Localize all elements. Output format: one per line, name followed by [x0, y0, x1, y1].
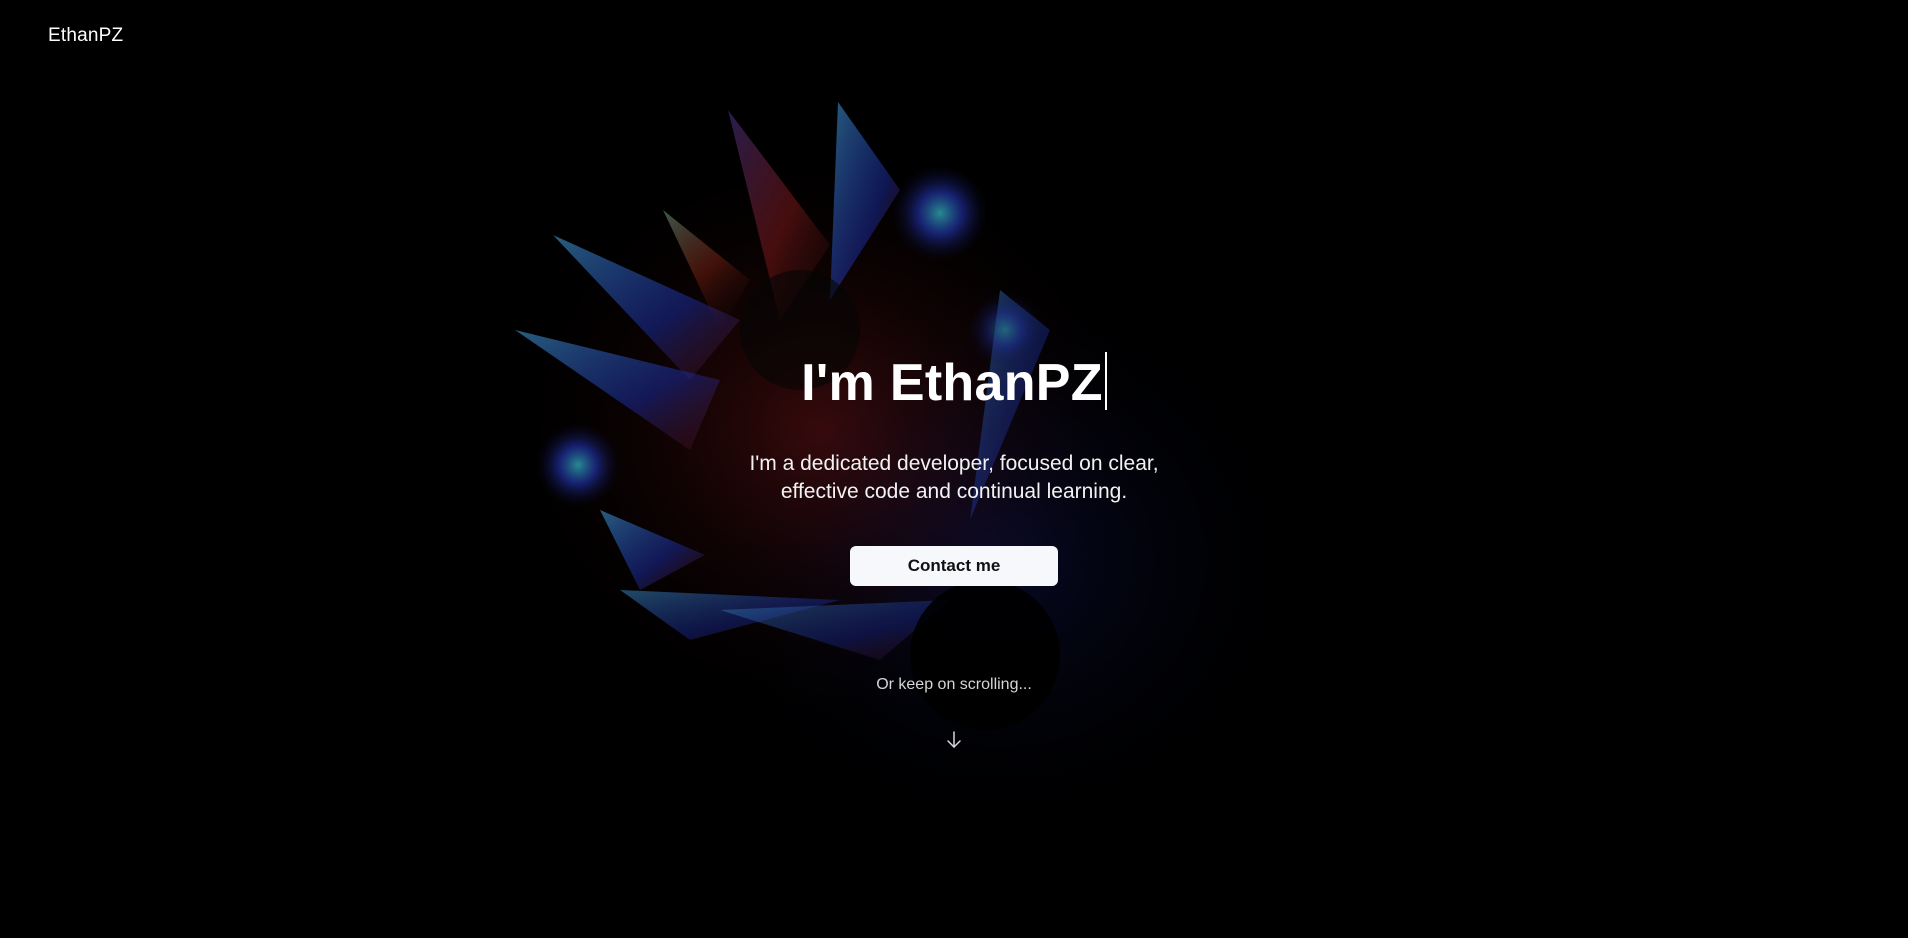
hero-tagline: I'm a dedicated developer, focused on cl…	[0, 450, 1908, 506]
hero-section: I'm EthanPZ I'm a dedicated developer, f…	[0, 0, 1908, 938]
hero-headline-text: I'm EthanPZ	[801, 354, 1103, 412]
typing-caret	[1104, 352, 1107, 410]
page: EthanPZ I'm EthanPZ I'm a dedicated deve…	[0, 0, 1908, 938]
tagline-line-1: I'm a dedicated developer, focused on cl…	[749, 452, 1159, 475]
arrow-down-icon[interactable]	[946, 730, 962, 750]
tagline-line-2: effective code and continual learning.	[780, 480, 1128, 503]
contact-me-button[interactable]: Contact me	[850, 546, 1058, 586]
hero-headline: I'm EthanPZ	[0, 352, 1908, 413]
scroll-hint-text: Or keep on scrolling...	[876, 676, 1032, 693]
